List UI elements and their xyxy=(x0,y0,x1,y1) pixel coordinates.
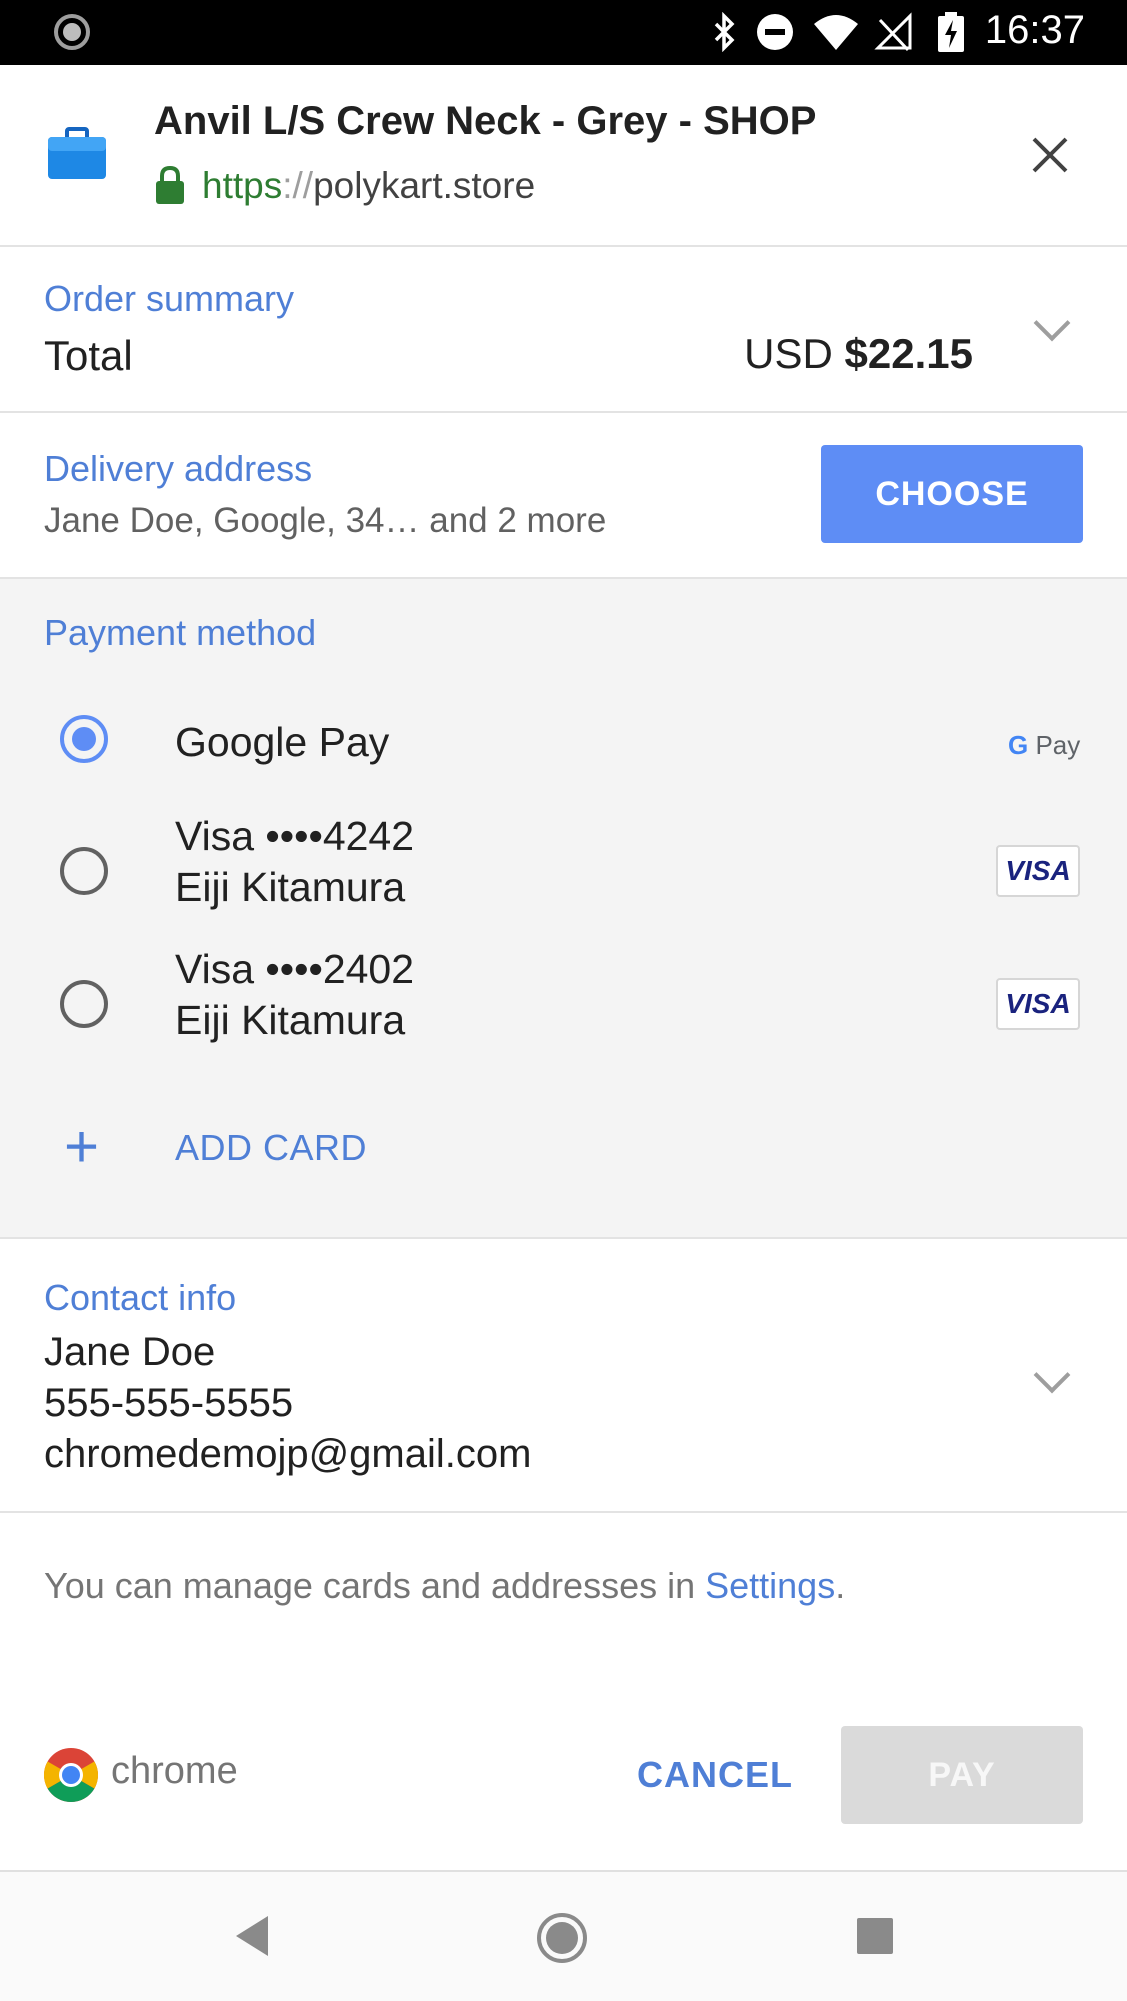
recents-icon[interactable] xyxy=(857,1918,893,1954)
chevron-down-icon[interactable] xyxy=(1033,1356,1071,1394)
payment-option-visa-2402[interactable]: Visa ••••2402 Eiji Kitamura VISA xyxy=(0,946,1127,1066)
divider xyxy=(0,577,1127,579)
google-pay-logo-mark: G xyxy=(1008,730,1029,760)
visa-logo: VISA xyxy=(996,845,1080,897)
radio-unselected[interactable] xyxy=(60,847,108,895)
payment-sheet-header: Anvil L/S Crew Neck - Grey - SHOP https:… xyxy=(0,65,1127,247)
contact-info-label: Contact info xyxy=(44,1277,237,1318)
contact-phone: 555-555-5555 xyxy=(44,1381,294,1425)
total-amount: USD $22.15 xyxy=(744,330,973,378)
chrome-logo-icon xyxy=(43,1748,99,1803)
battery-charging-icon xyxy=(938,12,964,52)
total-value: $22.15 xyxy=(844,330,973,377)
payment-option-name: Visa ••••4242 xyxy=(175,813,415,859)
choose-address-button[interactable]: CHOOSE xyxy=(821,445,1083,543)
divider xyxy=(0,1237,1127,1239)
divider xyxy=(0,1511,1127,1513)
payment-option-name: Google Pay xyxy=(175,719,390,765)
contact-email: chromedemojp@gmail.com xyxy=(44,1432,532,1476)
loading-indicator-icon xyxy=(54,14,90,50)
add-card-button[interactable]: + ADD CARD xyxy=(0,1107,600,1197)
manage-note-suffix: . xyxy=(835,1565,846,1606)
lock-icon xyxy=(156,166,184,204)
manage-note-text: You can manage cards and addresses in xyxy=(44,1565,706,1606)
status-time: 16:37 xyxy=(984,8,1085,52)
url-separator: :// xyxy=(282,165,314,206)
payment-method-section: Payment method Google Pay G Pay Visa •••… xyxy=(0,577,1127,1239)
visa-logo: VISA xyxy=(996,978,1080,1030)
google-pay-logo: G Pay xyxy=(1008,730,1081,760)
payment-option-google-pay[interactable]: Google Pay G Pay xyxy=(0,687,1127,797)
radio-unselected[interactable] xyxy=(60,980,108,1028)
add-card-label: ADD CARD xyxy=(175,1127,368,1168)
payment-method-label: Payment method xyxy=(44,612,317,653)
home-icon[interactable] xyxy=(536,1912,588,1964)
no-signal-icon xyxy=(874,12,912,52)
system-navigation-bar xyxy=(0,1870,1127,2001)
page-title: Anvil L/S Crew Neck - Grey - SHOP xyxy=(154,99,817,143)
bluetooth-icon xyxy=(714,12,735,52)
chrome-brand-label: chrome xyxy=(111,1750,238,1792)
manage-cards-note: You can manage cards and addresses in Se… xyxy=(44,1565,845,1607)
divider xyxy=(0,411,1127,413)
plus-icon: + xyxy=(64,1113,100,1180)
status-bar: 16:37 xyxy=(0,0,1127,65)
url-host: polykart.store xyxy=(313,165,536,206)
pay-button[interactable]: PAY xyxy=(841,1726,1083,1824)
do-not-disturb-icon xyxy=(757,14,793,50)
settings-link[interactable]: Settings xyxy=(705,1565,835,1606)
card-holder-name: Eiji Kitamura xyxy=(175,864,406,910)
card-holder-name: Eiji Kitamura xyxy=(175,997,406,1043)
back-icon[interactable] xyxy=(232,1914,272,1958)
site-url: https://polykart.store xyxy=(202,165,535,207)
shopping-bag-icon xyxy=(48,127,106,179)
total-label: Total xyxy=(44,332,133,379)
cancel-button[interactable]: CANCEL xyxy=(620,1727,810,1823)
url-scheme: https xyxy=(202,165,283,206)
payment-option-visa-4242[interactable]: Visa ••••4242 Eiji Kitamura VISA xyxy=(0,813,1127,933)
delivery-address-label: Delivery address xyxy=(44,448,313,489)
contact-name: Jane Doe xyxy=(44,1330,216,1374)
radio-selected[interactable] xyxy=(60,715,108,763)
wifi-icon xyxy=(814,15,858,50)
payment-option-name: Visa ••••2402 xyxy=(175,946,415,992)
order-summary-label: Order summary xyxy=(44,278,295,319)
delivery-address-value: Jane Doe, Google, 34… and 2 more xyxy=(44,501,607,540)
close-icon[interactable] xyxy=(1030,135,1070,175)
currency-code: USD xyxy=(744,330,833,377)
chevron-down-icon[interactable] xyxy=(1033,304,1071,342)
